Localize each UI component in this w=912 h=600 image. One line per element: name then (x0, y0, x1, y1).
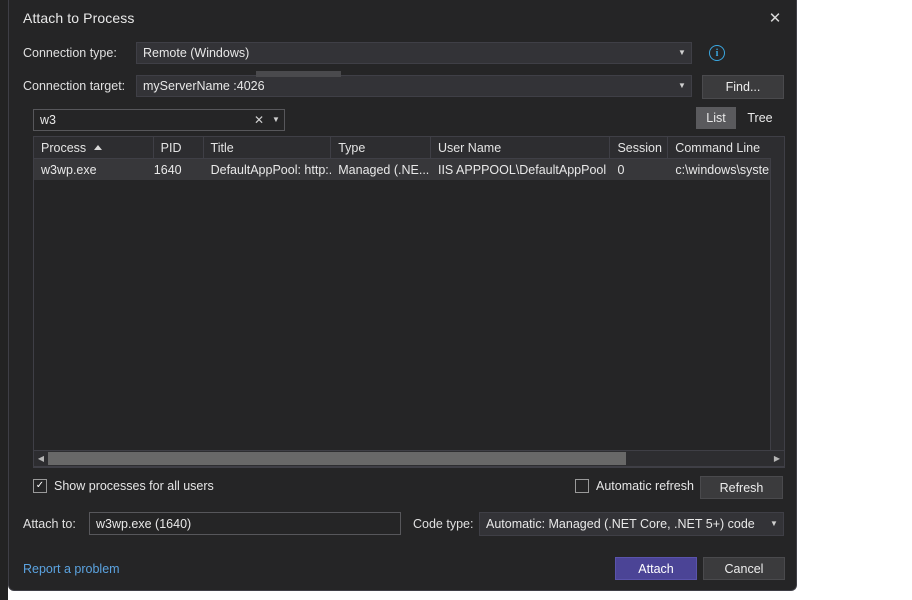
column-header-user-name-label: User Name (438, 141, 501, 155)
search-dropdown-icon[interactable]: ▼ (268, 116, 284, 124)
view-toggle-list[interactable]: List (696, 107, 736, 129)
automatic-refresh-checkbox[interactable]: Automatic refresh (575, 479, 694, 493)
column-header-type-label: Type (338, 141, 365, 155)
attach-to-label: Attach to: (23, 517, 76, 531)
scroll-left-icon[interactable]: ◀ (34, 455, 48, 463)
cell-pid: 1640 (154, 159, 204, 180)
table-row[interactable]: w3wp.exe 1640 DefaultAppPool: http:... M… (34, 159, 784, 180)
column-header-title[interactable]: Title (204, 137, 332, 158)
column-header-command-line[interactable]: Command Line (668, 137, 784, 158)
view-toggle-tree[interactable]: Tree (740, 107, 780, 129)
checkbox-box-checked: ✓ (33, 479, 47, 493)
column-header-process-label: Process (41, 141, 86, 155)
cancel-button[interactable]: Cancel (703, 557, 785, 580)
refresh-button[interactable]: Refresh (700, 476, 783, 499)
connection-target-dropdown[interactable]: myServerName :4026 ▼ (136, 75, 692, 97)
column-header-process[interactable]: Process (34, 137, 154, 158)
connection-type-dropdown[interactable]: Remote (Windows) ▼ (136, 42, 692, 64)
chevron-down-icon: ▼ (673, 82, 691, 90)
attach-to-process-dialog: Attach to Process ✕ Connection type: Rem… (8, 0, 797, 591)
process-search-input[interactable]: w3 ✕ ▼ (33, 109, 285, 131)
column-header-pid[interactable]: PID (154, 137, 204, 158)
chevron-down-icon: ▼ (673, 49, 691, 57)
column-header-command-line-label: Command Line (675, 141, 760, 155)
code-type-value: Automatic: Managed (.NET Core, .NET 5+) … (480, 517, 765, 531)
show-all-users-checkbox[interactable]: ✓ Show processes for all users (33, 479, 214, 493)
column-header-type[interactable]: Type (331, 137, 431, 158)
automatic-refresh-label: Automatic refresh (596, 479, 694, 493)
show-all-users-label: Show processes for all users (54, 479, 214, 493)
process-list-table[interactable]: Process PID Title Type User Name Session (33, 136, 785, 468)
column-header-user-name[interactable]: User Name (431, 137, 611, 158)
column-header-title-label: Title (211, 141, 234, 155)
checkbox-box-unchecked (575, 479, 589, 493)
column-header-session-label: Session (617, 141, 661, 155)
cell-process: w3wp.exe (34, 159, 154, 180)
connection-target-label: Connection target: (23, 79, 125, 93)
chevron-down-icon: ▼ (765, 520, 783, 528)
horizontal-scroll-track[interactable] (48, 452, 770, 465)
info-icon[interactable]: i (709, 45, 725, 61)
process-search-value: w3 (34, 113, 250, 127)
vertical-scrollbar[interactable] (770, 158, 784, 467)
report-a-problem-link[interactable]: Report a problem (23, 562, 120, 576)
clear-search-icon[interactable]: ✕ (250, 114, 268, 126)
screen: Attach to Process ✕ Connection type: Rem… (0, 0, 912, 600)
cell-type: Managed (.NE... (331, 159, 431, 180)
background-window-strip (0, 0, 8, 600)
scroll-right-icon[interactable]: ▶ (770, 455, 784, 463)
sort-ascending-icon (94, 145, 102, 150)
connection-type-value: Remote (Windows) (137, 46, 673, 60)
connection-target-value: myServerName :4026 (137, 79, 673, 93)
table-header-row: Process PID Title Type User Name Session (34, 137, 784, 159)
cell-session: 0 (610, 159, 668, 180)
attach-to-input[interactable]: w3wp.exe (1640) (89, 512, 401, 535)
dialog-title: Attach to Process (23, 10, 134, 26)
dialog-titlebar: Attach to Process ✕ (9, 0, 796, 38)
cell-command-line: c:\windows\system (668, 159, 784, 180)
column-header-session[interactable]: Session (610, 137, 668, 158)
cell-user-name: IIS APPPOOL\DefaultAppPool (431, 159, 610, 180)
close-icon[interactable]: ✕ (760, 5, 790, 31)
horizontal-scrollbar[interactable]: ◀ ▶ (33, 450, 785, 467)
connection-type-label: Connection type: (23, 46, 117, 60)
cell-title: DefaultAppPool: http:... (204, 159, 332, 180)
find-button[interactable]: Find... (702, 75, 784, 99)
code-type-dropdown[interactable]: Automatic: Managed (.NET Core, .NET 5+) … (479, 512, 784, 536)
horizontal-scroll-thumb[interactable] (48, 452, 626, 465)
attach-button[interactable]: Attach (615, 557, 697, 580)
column-header-pid-label: PID (161, 141, 182, 155)
code-type-label: Code type: (413, 517, 473, 531)
